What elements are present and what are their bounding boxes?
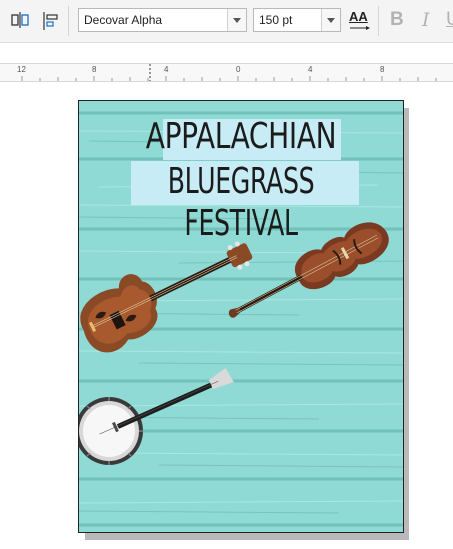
text-frame-icon[interactable]	[40, 10, 62, 32]
text-align-icon[interactable]	[10, 10, 32, 32]
banjo-illustration	[79, 368, 234, 465]
font-family-value: Decovar Alpha	[84, 13, 163, 27]
ruler-label: 0	[236, 65, 241, 74]
ruler-label: 4	[308, 65, 313, 74]
poster-page[interactable]: APPALACHIAN BLUEGRASS FESTIVAL	[78, 100, 404, 533]
underline-button[interactable]: U	[446, 9, 453, 31]
ruler-label: 8	[380, 65, 385, 74]
property-bar: Decovar Alpha 150 pt AA B I U	[0, 0, 453, 43]
font-size-adjust-icon[interactable]: AA	[348, 9, 372, 33]
bold-button[interactable]: B	[390, 9, 404, 31]
poster-title-line1[interactable]: APPALACHIAN	[115, 117, 368, 157]
font-size-value: 150 pt	[259, 13, 293, 27]
font-size-combo[interactable]: 150 pt	[253, 8, 341, 32]
ruler-ticks	[21, 64, 437, 81]
ruler-label: 12	[17, 65, 26, 74]
toolbar-separator	[68, 6, 69, 36]
horizontal-ruler[interactable]: 12 8 4 0 4 8	[0, 63, 453, 82]
italic-button[interactable]: I	[422, 9, 430, 31]
chevron-down-icon[interactable]	[227, 9, 246, 31]
chevron-down-icon[interactable]	[321, 9, 340, 31]
mandolin-illustration	[80, 241, 253, 353]
ruler-label: 8	[92, 65, 97, 74]
ruler-label: 4	[164, 65, 169, 74]
toolbar-separator	[378, 6, 379, 36]
font-family-combo[interactable]: Decovar Alpha	[78, 8, 247, 32]
